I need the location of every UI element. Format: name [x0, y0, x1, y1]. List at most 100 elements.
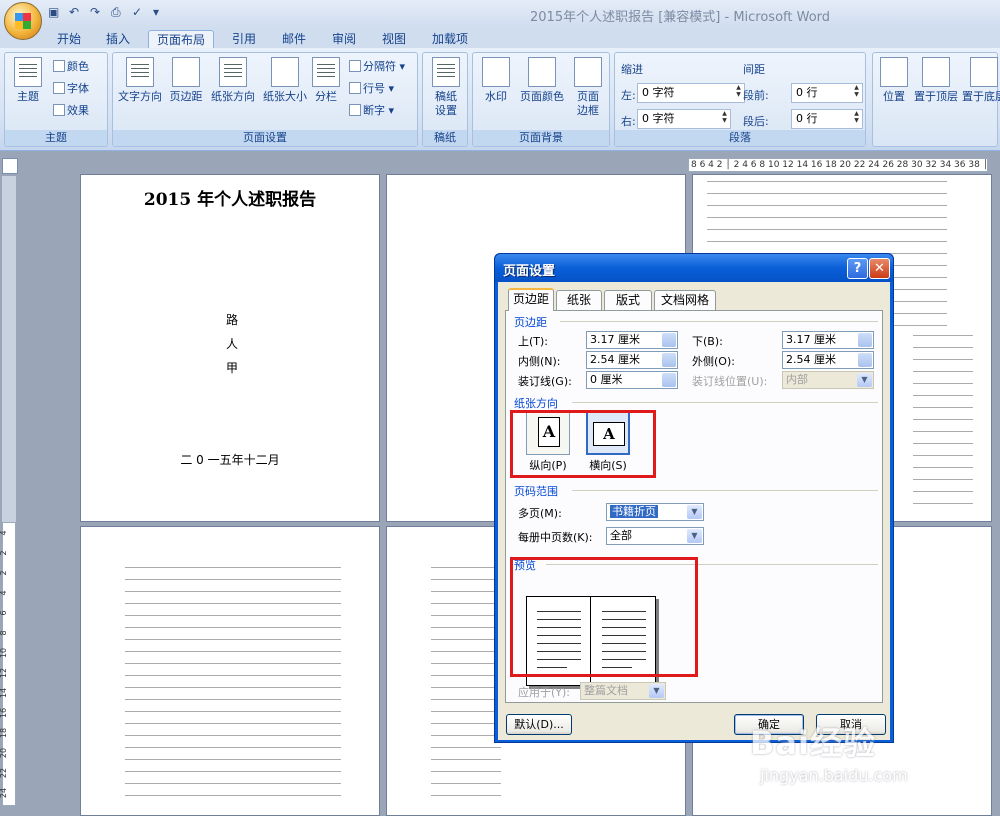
- group-draft: 稿纸 设置 稿纸: [422, 52, 468, 147]
- group-label-draft: 稿纸: [423, 130, 467, 146]
- watermark-url: jingyan.baidu.com: [760, 766, 908, 785]
- orientation-button[interactable]: 纸张方向: [207, 57, 259, 104]
- page-text-block: [431, 567, 501, 807]
- paint-bucket-icon: [528, 57, 556, 87]
- columns-icon: [312, 57, 340, 87]
- line-numbers-button[interactable]: 行号 ▾: [349, 81, 394, 97]
- bring-to-front-button[interactable]: 置于顶层: [913, 57, 959, 104]
- orientation-section-title: 纸张方向: [514, 397, 558, 410]
- divider: [572, 402, 878, 403]
- tab-view[interactable]: 视图: [374, 30, 414, 48]
- vertical-ruler[interactable]: 4224681012141618202224: [0, 522, 16, 806]
- themes-button[interactable]: 主题: [9, 57, 47, 104]
- margins-button[interactable]: 页边距: [165, 57, 207, 104]
- office-button[interactable]: [4, 2, 42, 40]
- redo-icon[interactable]: ↷: [90, 5, 104, 19]
- sheets-per-booklet-select[interactable]: 全部: [606, 527, 704, 545]
- dialog-title-bar: 页面设置 ? ✕: [495, 254, 893, 282]
- inside-margin-label: 内侧(N):: [518, 355, 561, 368]
- group-page-background: 水印 页面颜色 页面 边框 页面背景: [472, 52, 610, 147]
- tab-add-ins[interactable]: 加载项: [424, 30, 476, 48]
- watermark-icon: [482, 57, 510, 87]
- indent-right-input[interactable]: 0 字符: [637, 109, 731, 129]
- baidu-watermark: Bai经验 jingyan.baidu.com: [750, 718, 1000, 806]
- send-to-back-button[interactable]: 置于底层: [961, 57, 1000, 104]
- default-button[interactable]: 默认(D)...: [506, 714, 572, 735]
- group-label-page-setup: 页面设置: [113, 130, 417, 146]
- tab-home[interactable]: 开始: [50, 30, 88, 48]
- text-direction-button[interactable]: 文字方向: [115, 57, 165, 104]
- inside-margin-input[interactable]: 2.54 厘米: [586, 351, 678, 369]
- watermark-button[interactable]: 水印: [477, 57, 515, 104]
- tab-references[interactable]: 引用: [224, 30, 264, 48]
- author-char: 路: [226, 313, 239, 327]
- document-title: 2015 年个人述职报告: [143, 190, 317, 210]
- theme-fonts-button[interactable]: 字体: [53, 81, 89, 97]
- document-page-1[interactable]: 2015 年个人述职报告 路 人 甲 二 0 一五年十二月: [80, 174, 380, 522]
- spacing-before-input[interactable]: 0 行: [791, 83, 863, 103]
- draft-settings-button[interactable]: 稿纸 设置: [427, 57, 465, 118]
- tab-paper[interactable]: 纸张: [556, 290, 602, 310]
- columns-button[interactable]: 分栏: [311, 57, 341, 104]
- indent-left-input[interactable]: 0 字符: [637, 83, 745, 103]
- group-label-themes: 主题: [5, 130, 107, 146]
- close-button[interactable]: ✕: [869, 258, 890, 279]
- customize-qat-icon[interactable]: ▾: [153, 5, 167, 19]
- bottom-margin-input[interactable]: 3.17 厘米: [782, 331, 874, 349]
- page-text-block: [125, 567, 341, 807]
- group-themes: 主题 颜色 字体 效果 主题: [4, 52, 108, 147]
- effects-icon: [53, 104, 65, 116]
- ruler-toggle-button[interactable]: [2, 158, 18, 174]
- theme-colors-button[interactable]: 颜色: [53, 59, 89, 75]
- help-button[interactable]: ?: [847, 258, 868, 279]
- position-icon: [880, 57, 908, 87]
- tab-document-grid[interactable]: 文档网格: [654, 290, 716, 310]
- tab-margins[interactable]: 页边距: [508, 288, 554, 311]
- orientation-icon: [219, 57, 247, 87]
- top-margin-label: 上(T):: [518, 335, 549, 348]
- top-margin-input[interactable]: 3.17 厘米: [586, 331, 678, 349]
- sheets-per-booklet-label: 每册中页数(K):: [518, 531, 593, 544]
- page-text-block: [913, 335, 973, 515]
- spelling-icon[interactable]: ✓: [132, 5, 146, 19]
- breaks-button[interactable]: 分隔符 ▾: [349, 59, 405, 75]
- hyphenation-button[interactable]: 断字 ▾: [349, 103, 394, 119]
- multiple-pages-select[interactable]: 书籍折页: [606, 503, 704, 521]
- spacing-heading: 间距: [743, 63, 765, 76]
- position-button[interactable]: 位置: [877, 57, 911, 104]
- gutter-input[interactable]: 0 厘米: [586, 371, 678, 389]
- indent-left-label: 左:: [621, 89, 636, 102]
- group-label-paragraph: 段落: [615, 130, 865, 146]
- text-direction-icon: [126, 57, 154, 87]
- tab-page-layout[interactable]: 页面布局: [148, 30, 214, 48]
- highlight-preview: [510, 557, 698, 677]
- spacing-after-input[interactable]: 0 行: [791, 109, 863, 129]
- size-button[interactable]: 纸张大小: [259, 57, 311, 104]
- divider: [572, 490, 878, 491]
- group-paragraph: 缩进 间距 左: 0 字符 右: 0 字符 段前: 0 行 段后: 0 行 段落: [614, 52, 866, 147]
- gutter-position-select[interactable]: 内部: [782, 371, 874, 389]
- outside-margin-input[interactable]: 2.54 厘米: [782, 351, 874, 369]
- page-color-button[interactable]: 页面颜色: [515, 57, 569, 104]
- apply-to-select[interactable]: 整篇文档: [580, 682, 666, 700]
- horizontal-ruler[interactable]: 8 6 4 2 │ 2 4 6 8 10 12 14 16 18 20 22 2…: [688, 158, 988, 172]
- quick-access-toolbar: ▣ ↶ ↷ ⎙ ✓ ▾: [48, 5, 167, 19]
- group-page-setup: 文字方向 页边距 纸张方向 纸张大小 分栏 分隔符 ▾ 行号 ▾ 断字 ▾ 页面…: [112, 52, 418, 147]
- tab-insert[interactable]: 插入: [98, 30, 138, 48]
- page-borders-button[interactable]: 页面 边框: [569, 57, 607, 118]
- theme-effects-button[interactable]: 效果: [53, 103, 89, 119]
- apply-to-label: 应用于(Y):: [518, 686, 571, 699]
- author-char: 甲: [226, 361, 239, 375]
- print-preview-icon[interactable]: ⎙: [111, 5, 125, 19]
- indent-heading: 缩进: [621, 63, 643, 76]
- indent-right-label: 右:: [621, 115, 636, 128]
- fonts-icon: [53, 82, 65, 94]
- tab-layout[interactable]: 版式: [604, 290, 652, 310]
- tab-review[interactable]: 审阅: [324, 30, 364, 48]
- outside-margin-label: 外侧(O):: [692, 355, 735, 368]
- undo-icon[interactable]: ↶: [69, 5, 83, 19]
- document-page-4[interactable]: [80, 526, 380, 816]
- save-icon[interactable]: ▣: [48, 5, 62, 19]
- office-logo-icon: [15, 13, 31, 29]
- tab-mailings[interactable]: 邮件: [274, 30, 314, 48]
